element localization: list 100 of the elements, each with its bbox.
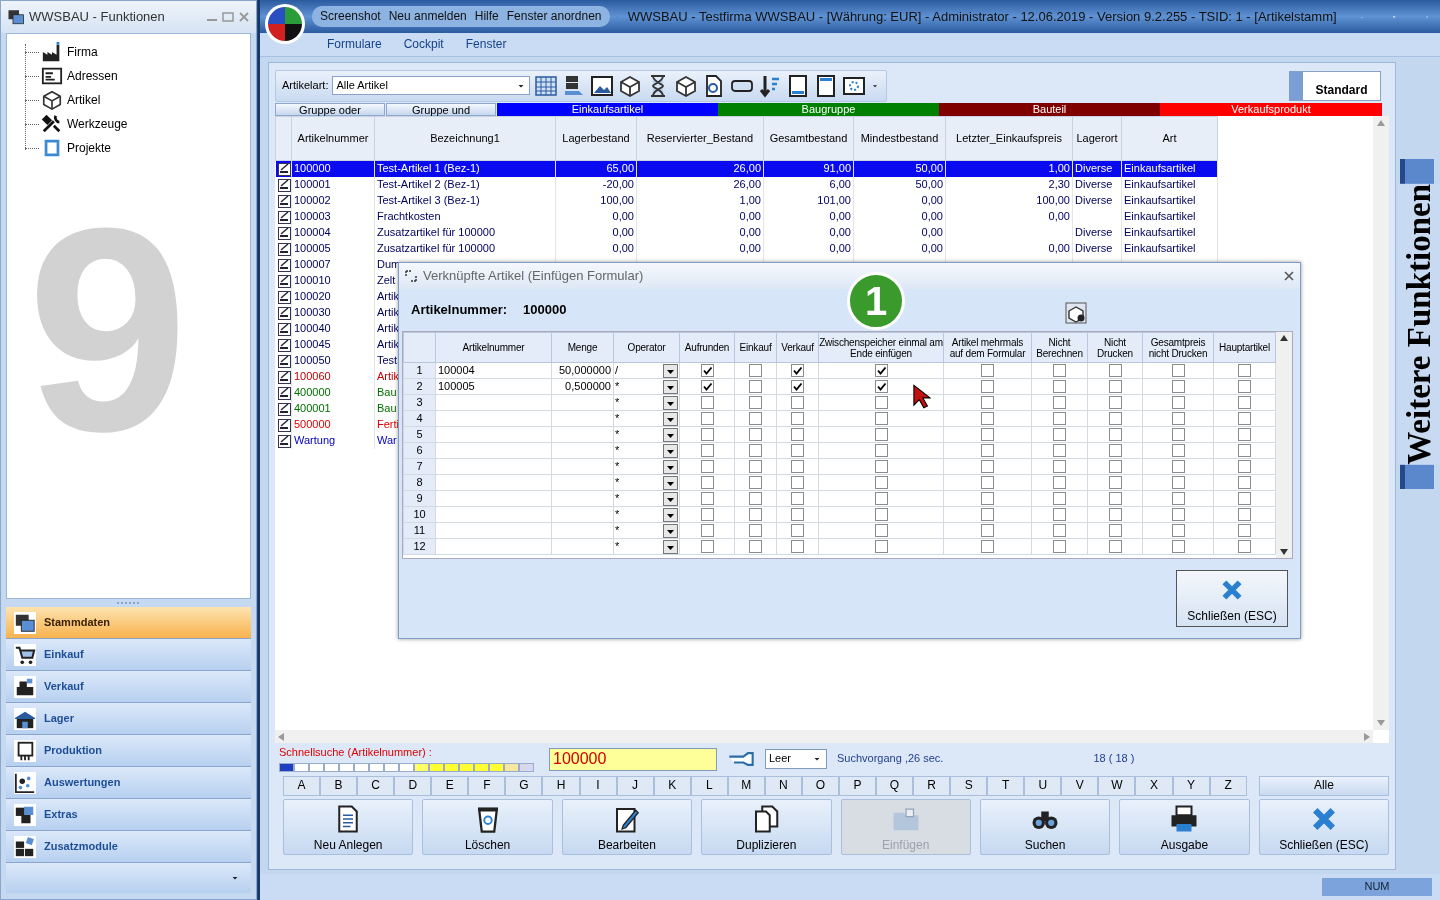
side-panel-tab[interactable]: Weitere Funktionen [1397, 183, 1440, 465]
checkbox[interactable] [1238, 460, 1251, 473]
edit-icon[interactable] [276, 401, 291, 416]
checkbox[interactable] [791, 364, 804, 377]
letter-button[interactable]: P [838, 775, 876, 796]
checkbox[interactable] [874, 460, 888, 473]
column-header[interactable]: Gesamtpreis nicht Drucken [1142, 332, 1214, 363]
column-header[interactable]: Lagerort [1072, 116, 1122, 161]
checkbox[interactable] [981, 508, 994, 521]
checkbox[interactable] [874, 540, 888, 553]
checkbox[interactable] [791, 524, 804, 537]
edit-icon[interactable] [276, 305, 291, 320]
checkbox[interactable] [1053, 492, 1066, 505]
menu-item[interactable]: Formulare [316, 37, 393, 52]
checkbox[interactable] [1108, 444, 1122, 457]
checkbox[interactable] [1171, 428, 1185, 441]
filter-dropdown[interactable]: Leer [765, 749, 827, 769]
checkbox[interactable] [1053, 364, 1066, 377]
edit-icon[interactable] [276, 273, 291, 288]
checkbox[interactable] [1171, 508, 1185, 521]
checkbox[interactable] [1171, 540, 1185, 553]
scroll-right-icon[interactable] [1364, 732, 1370, 741]
checkbox[interactable] [1053, 540, 1066, 553]
edit-icon[interactable] [276, 161, 291, 176]
tree-item[interactable]: Werkzeuge [67, 116, 128, 132]
column-header[interactable]: Art [1121, 116, 1218, 161]
checkbox[interactable] [749, 524, 762, 537]
standard-button[interactable]: Standard [1289, 70, 1381, 101]
operator-dropdown[interactable]: / [615, 363, 678, 378]
checkbox[interactable] [874, 412, 888, 425]
letter-button[interactable]: A [283, 775, 321, 796]
letter-button[interactable]: R [913, 775, 951, 796]
checkbox[interactable] [700, 524, 714, 537]
checkbox[interactable] [700, 444, 714, 457]
menu-item[interactable]: Cockpit [392, 37, 455, 52]
column-header[interactable]: Operator [613, 332, 680, 363]
letter-button[interactable]: H [542, 775, 580, 796]
action-button[interactable]: Bearbeiten [561, 799, 693, 855]
edit-icon[interactable] [276, 209, 291, 224]
letter-button[interactable]: B [320, 775, 358, 796]
checkbox[interactable] [1171, 364, 1185, 377]
search-field[interactable]: 100000 [549, 747, 717, 771]
edit-icon[interactable] [276, 337, 291, 352]
nav-item[interactable]: Lager [6, 703, 251, 735]
checkbox[interactable] [874, 364, 888, 377]
edit-icon[interactable] [276, 433, 291, 448]
letter-button[interactable]: D [394, 775, 432, 796]
scroll-down-icon[interactable] [1280, 549, 1288, 555]
checkbox[interactable] [749, 364, 762, 377]
checkbox[interactable] [874, 508, 888, 521]
action-button[interactable]: Duplizieren [701, 799, 832, 855]
quick-access-item[interactable]: Hilfe [474, 9, 499, 24]
column-header[interactable]: Letzter_Einkaufspreis [945, 116, 1073, 161]
box-icon[interactable] [674, 73, 699, 98]
box-icon[interactable] [618, 73, 643, 98]
column-header[interactable]: Mindestbestand [853, 116, 946, 161]
checkbox[interactable] [1108, 460, 1122, 473]
letter-button[interactable]: Y [1172, 775, 1210, 796]
checkbox[interactable] [1053, 428, 1066, 441]
edit-icon[interactable] [276, 193, 291, 208]
scroll-up-icon[interactable] [1280, 335, 1288, 341]
action-button[interactable]: Schließen (ESC) [1258, 799, 1389, 855]
checkbox[interactable] [791, 460, 804, 473]
checkbox[interactable] [1171, 444, 1185, 457]
tree-item[interactable]: Adressen [67, 68, 118, 84]
checkbox[interactable] [700, 428, 714, 441]
edit-icon[interactable] [276, 177, 291, 192]
checkbox[interactable] [1053, 396, 1066, 409]
operator-dropdown[interactable]: * [615, 523, 678, 538]
column-header[interactable]: Einkauf [734, 332, 777, 363]
letter-button[interactable]: W [1098, 775, 1136, 796]
checkbox[interactable] [1171, 524, 1185, 537]
letter-button[interactable]: M [727, 775, 765, 796]
checkbox[interactable] [1108, 540, 1122, 553]
checkbox[interactable] [981, 540, 994, 553]
filter-button[interactable]: Gruppe oder [275, 103, 385, 116]
checkbox[interactable] [1238, 524, 1251, 537]
letter-button[interactable]: N [764, 775, 802, 796]
column-header[interactable]: Artikelnummer [291, 116, 375, 161]
operator-dropdown[interactable]: * [615, 427, 678, 442]
checkbox[interactable] [1238, 540, 1251, 553]
checkbox[interactable] [700, 380, 714, 393]
checkbox[interactable] [1108, 364, 1122, 377]
checkbox[interactable] [749, 412, 762, 425]
filter-button[interactable]: Gruppe und [386, 103, 496, 116]
splitter-handle-icon[interactable] [116, 601, 141, 605]
checkbox[interactable] [1238, 476, 1251, 489]
checkbox[interactable] [981, 476, 994, 489]
checkbox[interactable] [791, 380, 804, 393]
column-header[interactable]: Menge [551, 332, 614, 363]
letter-button[interactable]: F [468, 775, 506, 796]
column-header[interactable]: Lagerbestand [555, 116, 637, 161]
checkbox[interactable] [791, 396, 804, 409]
checkbox[interactable] [1108, 524, 1122, 537]
checkbox[interactable] [1108, 476, 1122, 489]
edit-icon[interactable] [276, 241, 291, 256]
tree-item[interactable]: Projekte [67, 140, 112, 156]
nav-item[interactable]: Auswertungen [6, 767, 251, 799]
checkbox[interactable] [874, 476, 888, 489]
checkbox[interactable] [700, 460, 714, 473]
